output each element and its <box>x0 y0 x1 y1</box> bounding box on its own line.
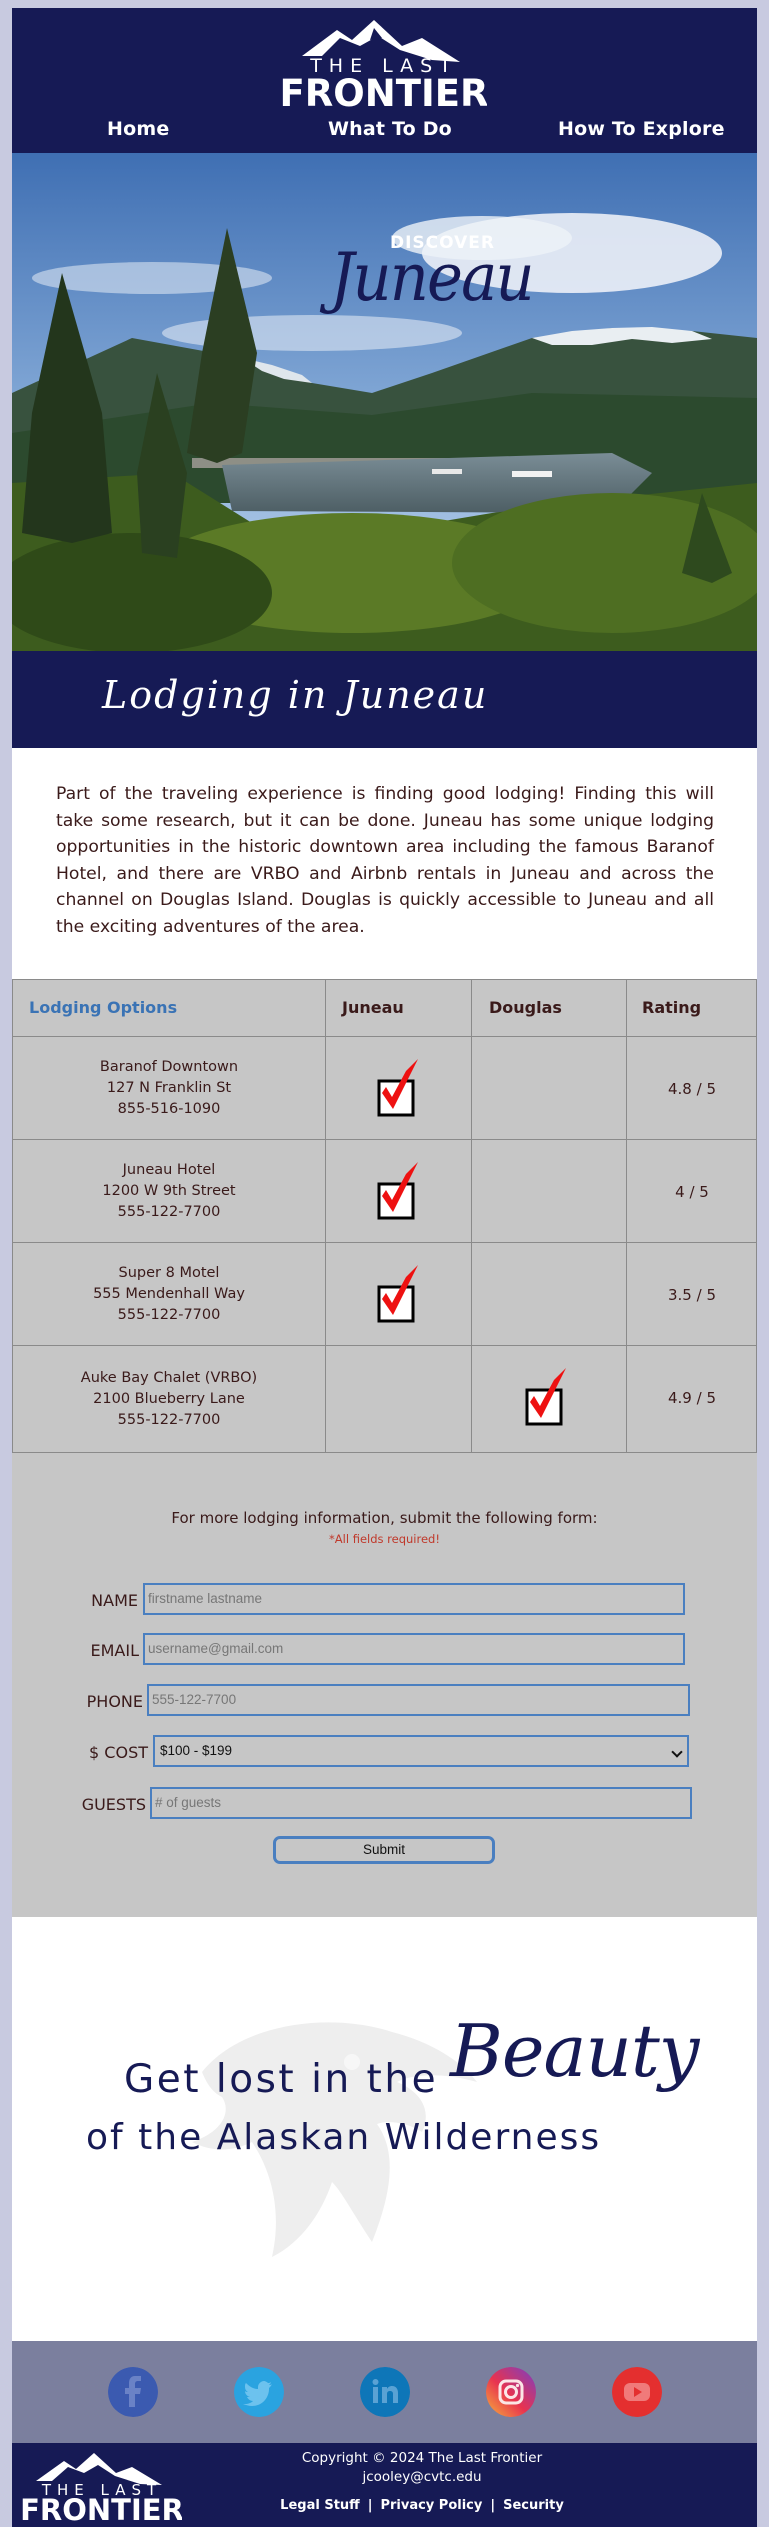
footer-email[interactable]: jcooley@cvtc.edu <box>222 2469 622 2485</box>
name-field[interactable]: firstname lastname <box>143 1583 685 1615</box>
form-intro: For more lodging information, submit the… <box>171 1509 598 1527</box>
social-bar <box>12 2341 757 2443</box>
cost-selected-value: $100 - $199 <box>160 1743 233 1758</box>
phone-field[interactable]: 555-122-7700 <box>147 1684 690 1716</box>
logo-main-text: FRONTIER <box>282 72 487 111</box>
douglas-cell <box>472 1140 627 1243</box>
footer-separator: | <box>367 2498 373 2513</box>
table-row: Auke Bay Chalet (VRBO) 2100 Blueberry La… <box>13 1346 326 1452</box>
footer-logo-main: FRONTIER <box>22 2493 182 2523</box>
lodging-form: For more lodging information, submit the… <box>12 1453 757 1917</box>
lodging-address: 1200 W 9th Street <box>102 1183 236 1199</box>
page: THE LAST FRONTIER Home What To Do How To… <box>12 8 757 2527</box>
lodging-phone: 555-122-7700 <box>117 1204 221 1220</box>
hero-image: DISCOVER Juneau <box>12 153 757 651</box>
rating-cell: 3.5 / 5 <box>627 1243 757 1346</box>
footer-separator: | <box>490 2498 496 2513</box>
lodging-phone: 555-122-7700 <box>117 1412 221 1428</box>
lodging-name: Juneau Hotel <box>122 1162 216 1178</box>
guests-field[interactable]: # of guests <box>150 1787 692 1819</box>
lodging-rating: 3.5 / 5 <box>668 1286 716 1304</box>
lodging-rating: 4.9 / 5 <box>668 1389 716 1407</box>
checkbox-checked-icon <box>377 1059 418 1117</box>
rating-cell: 4 / 5 <box>627 1140 757 1243</box>
lodging-table: Lodging Options Juneau Douglas Rating Ba… <box>12 979 757 1453</box>
site-header: THE LAST FRONTIER Home What To Do How To… <box>12 8 757 153</box>
lodging-title-band: Lodging in Juneau <box>12 651 757 748</box>
lodging-title: Lodging in Juneau <box>102 673 489 717</box>
checkbox-checked-icon <box>525 1368 566 1426</box>
col-header-rating: Rating <box>627 980 757 1037</box>
lodging-phone: 855-516-1090 <box>117 1101 221 1117</box>
checkbox-checked-icon <box>377 1162 418 1220</box>
col-header-douglas: Douglas <box>472 980 627 1037</box>
douglas-cell <box>472 1346 627 1452</box>
facebook-icon[interactable] <box>108 2367 158 2417</box>
checkbox-checked-icon <box>377 1265 418 1323</box>
submit-button[interactable]: Submit <box>273 1836 495 1864</box>
lodging-name: Super 8 Motel <box>118 1265 220 1281</box>
lodging-name: Auke Bay Chalet (VRBO) <box>80 1370 258 1386</box>
tagline-line-1: Get lost in the <box>124 2057 439 2102</box>
lodging-address: 127 N Franklin St <box>106 1080 232 1096</box>
rating-cell: 4.8 / 5 <box>627 1037 757 1140</box>
juneau-cell <box>326 1243 472 1346</box>
lodging-rating: 4.8 / 5 <box>668 1080 716 1098</box>
juneau-cell <box>326 1140 472 1243</box>
lodging-address: 555 Mendenhall Way <box>93 1286 245 1302</box>
col-header-lodging-options: Lodging Options <box>13 980 326 1037</box>
cost-select[interactable]: $100 - $199 <box>153 1735 689 1767</box>
footer-logo[interactable]: THE LAST FRONTIER <box>22 2451 182 2523</box>
lodging-phone: 555-122-7700 <box>117 1307 221 1323</box>
tagline-line-2: of the Alaskan Wilderness <box>86 2117 602 2158</box>
footer-links: Legal Stuff | Privacy Policy | Security <box>232 2498 612 2513</box>
site-footer: THE LAST FRONTIER Copyright © 2024 The L… <box>12 2443 757 2527</box>
nav-how-to-explore[interactable]: How To Explore <box>558 118 725 140</box>
footer-copyright: Copyright © 2024 The Last Frontier <box>301 2450 543 2466</box>
footer-link-legal[interactable]: Legal Stuff <box>280 2498 360 2513</box>
youtube-icon[interactable] <box>612 2367 662 2417</box>
juneau-landscape-image <box>12 153 757 651</box>
instagram-icon[interactable] <box>486 2367 536 2417</box>
douglas-cell <box>472 1037 627 1140</box>
col-header-juneau: Juneau <box>326 980 472 1037</box>
nav-what-to-do[interactable]: What To Do <box>328 118 452 140</box>
table-row: Super 8 Motel 555 Mendenhall Way 555-122… <box>13 1243 326 1346</box>
lodging-name: Baranof Downtown <box>99 1059 239 1075</box>
table-row: Baranof Downtown 127 N Franklin St 855-5… <box>13 1037 326 1140</box>
tagline-beauty: Beauty <box>450 2009 699 2093</box>
lodging-rating: 4 / 5 <box>675 1183 709 1201</box>
guests-label: GUESTS <box>81 1795 146 1814</box>
hero-city-title: Juneau <box>330 239 535 316</box>
rating-cell: 4.9 / 5 <box>627 1346 757 1452</box>
douglas-cell <box>472 1243 627 1346</box>
chevron-down-icon <box>671 1746 683 1758</box>
main-nav: Home What To Do How To Explore <box>12 118 757 150</box>
footer-link-security[interactable]: Security <box>503 2498 564 2513</box>
juneau-cell <box>326 1346 472 1452</box>
cost-label: $ COST <box>89 1743 148 1762</box>
phone-label: PHONE <box>86 1692 143 1711</box>
nav-home[interactable]: Home <box>107 118 169 140</box>
twitter-icon[interactable] <box>234 2367 284 2417</box>
lodging-address: 2100 Blueberry Lane <box>93 1391 245 1407</box>
footer-link-privacy[interactable]: Privacy Policy <box>380 2498 482 2513</box>
tagline-section: Get lost in the Beauty of the Alaskan Wi… <box>12 1917 757 2341</box>
intro-paragraph: Part of the traveling experience is find… <box>56 784 714 937</box>
table-row: Juneau Hotel 1200 W 9th Street 555-122-7… <box>13 1140 326 1243</box>
email-label: EMAIL <box>90 1641 140 1660</box>
site-logo[interactable]: THE LAST FRONTIER <box>282 16 487 111</box>
name-label: NAME <box>91 1591 138 1610</box>
linkedin-icon[interactable] <box>360 2367 410 2417</box>
email-field[interactable]: username@gmail.com <box>143 1633 685 1665</box>
juneau-cell <box>326 1037 472 1140</box>
form-required-note: *All fields required! <box>329 1532 440 1546</box>
